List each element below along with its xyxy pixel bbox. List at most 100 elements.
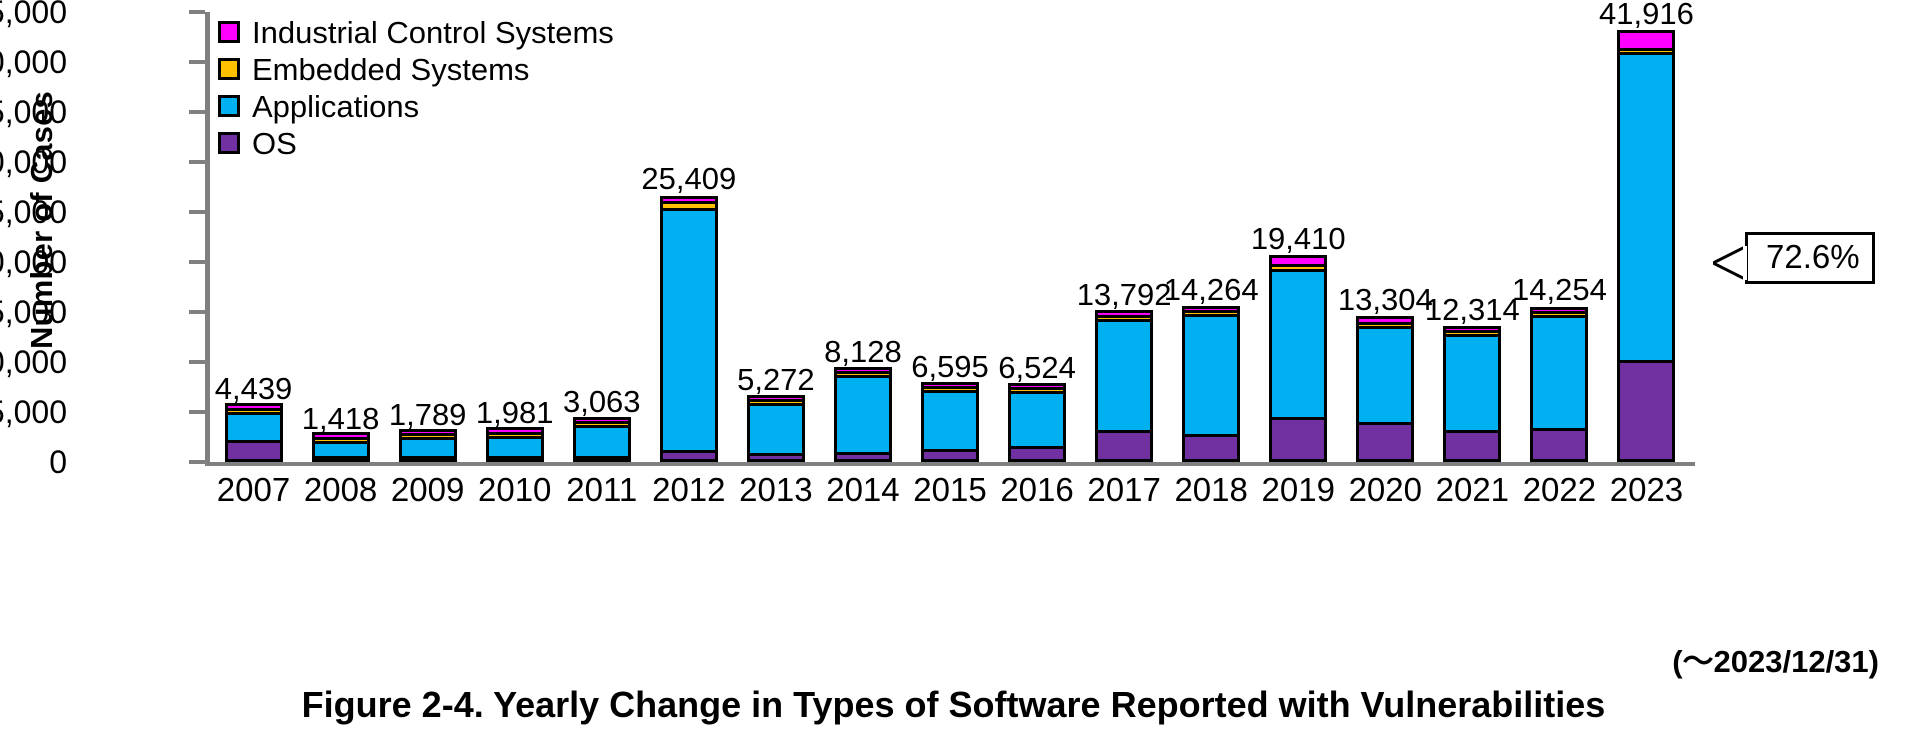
bar-segment-ics xyxy=(1617,30,1676,48)
bar-value-label: 1,981 xyxy=(475,395,554,431)
percentage-callout: 72.6% xyxy=(1713,232,1875,284)
legend-item-os[interactable]: OS xyxy=(218,125,614,161)
square-swatch-icon xyxy=(218,132,240,154)
bar-2016[interactable]: 6,524 xyxy=(998,352,1076,462)
bar-2014[interactable]: 8,128 xyxy=(824,336,902,462)
bar-value-label: 1,789 xyxy=(388,397,467,433)
bar-2007[interactable]: 4,439 xyxy=(215,373,292,462)
y-axis-tick-label: 35,000 xyxy=(0,94,67,130)
bar-segment-os xyxy=(398,456,457,462)
bar-segment-app xyxy=(398,437,457,456)
y-axis-tick-mark xyxy=(189,60,205,64)
bar-segment-app xyxy=(224,411,283,440)
bar-segment-app xyxy=(311,440,370,456)
bar-value-label: 19,410 xyxy=(1250,220,1346,256)
bar-segment-app xyxy=(833,375,892,452)
bar-segment-os xyxy=(1008,445,1067,462)
bar-segment-app xyxy=(1617,52,1676,360)
callout-label: 72.6% xyxy=(1745,232,1875,284)
y-axis-tick-label: 40,000 xyxy=(0,44,67,80)
bar-2019[interactable]: 19,410 xyxy=(1251,223,1346,462)
bar-value-label: 12,314 xyxy=(1424,291,1520,327)
y-axis-tick-label: 45,000 xyxy=(0,0,67,30)
bar-2022[interactable]: 14,254 xyxy=(1512,274,1607,462)
bar-2009[interactable]: 1,789 xyxy=(389,399,466,462)
chart-legend: Industrial Control Systems Embedded Syste… xyxy=(218,14,614,162)
y-axis-tick-label: 0 xyxy=(49,444,67,480)
bar-segment-os xyxy=(1443,429,1502,462)
bar-2021[interactable]: 12,314 xyxy=(1425,294,1520,462)
y-axis-tick-mark xyxy=(189,110,205,114)
bar-segment-app xyxy=(1530,315,1589,428)
bar-2013[interactable]: 5,272 xyxy=(737,364,815,462)
bar-segment-os xyxy=(1182,433,1241,462)
legend-item-label: Industrial Control Systems xyxy=(252,14,614,50)
y-axis-tick-mark xyxy=(189,360,205,364)
bar-segment-os xyxy=(1530,428,1589,462)
legend-item-label: Applications xyxy=(252,88,420,124)
y-axis-tick-labels: 45,000 40,000 35,000 30,000 25,000 20,000 15,0… xyxy=(0,0,205,478)
bar-segment-app xyxy=(1095,318,1154,430)
bar-segment-os xyxy=(224,440,283,462)
bar-value-label: 25,409 xyxy=(641,160,737,196)
bar-2010[interactable]: 1,981 xyxy=(476,397,553,462)
callout-pointer-icon xyxy=(1713,246,1747,280)
bar-segment-app xyxy=(1182,314,1241,434)
bar-segment-os xyxy=(746,452,805,462)
bar-2008[interactable]: 1,418 xyxy=(302,403,379,462)
bar-segment-os xyxy=(1617,360,1676,462)
bar-value-label: 3,063 xyxy=(562,384,641,420)
bar-segment-app xyxy=(746,403,805,453)
bar-value-label: 8,128 xyxy=(824,333,902,369)
bar-segment-os xyxy=(1269,416,1328,462)
legend-item-label: Embedded Systems xyxy=(252,51,530,87)
bar-segment-app xyxy=(485,435,544,456)
figure-2-4-chart: Number of Cases 45,00040,00035,00030,000… xyxy=(0,0,1907,737)
square-swatch-icon xyxy=(218,95,240,117)
y-axis-tick-label: 15,000 xyxy=(0,294,67,330)
bar-value-label: 14,254 xyxy=(1511,272,1607,308)
bar-value-label: 13,304 xyxy=(1337,281,1433,317)
bar-segment-app xyxy=(1356,325,1415,422)
legend-item-app[interactable]: Applications xyxy=(218,88,614,124)
y-axis-tick-label: 10,000 xyxy=(0,344,67,380)
bar-value-label: 4,439 xyxy=(214,370,293,406)
square-swatch-icon xyxy=(218,58,240,80)
bar-2018[interactable]: 14,264 xyxy=(1164,274,1259,462)
y-axis-tick-mark xyxy=(189,410,205,414)
legend-item-label: OS xyxy=(252,125,297,161)
x-axis-tick-label-2023: 2023 xyxy=(1609,471,1684,508)
bar-value-label: 5,272 xyxy=(737,362,815,398)
y-axis-tick-mark xyxy=(189,310,205,314)
bar-segment-emb xyxy=(659,200,718,208)
legend-item-emb[interactable]: Embedded Systems xyxy=(218,51,614,87)
bar-segment-os xyxy=(833,452,892,462)
bar-segment-os xyxy=(659,450,718,462)
y-axis-tick-mark xyxy=(189,460,205,464)
bar-2012[interactable]: 25,409 xyxy=(641,163,736,462)
bar-segment-os xyxy=(311,456,370,462)
y-axis-tick-mark xyxy=(189,160,205,164)
bar-2020[interactable]: 13,304 xyxy=(1338,284,1433,462)
bar-segment-os xyxy=(1356,421,1415,462)
bar-segment-ics xyxy=(1269,255,1328,265)
figure-caption: Figure 2-4. Yearly Change in Types of So… xyxy=(301,684,1606,725)
bar-segment-app xyxy=(921,390,979,449)
y-axis-tick-label: 25,000 xyxy=(0,194,67,230)
bar-2011[interactable]: 3,063 xyxy=(563,386,641,462)
bar-segment-os xyxy=(921,449,979,462)
bar-value-label: 6,524 xyxy=(998,349,1076,385)
bar-segment-app xyxy=(1443,334,1502,430)
bar-value-label: 1,418 xyxy=(301,400,380,436)
x-axis-line xyxy=(205,462,1695,466)
legend-item-ics[interactable]: Industrial Control Systems xyxy=(218,14,614,50)
bar-2015[interactable]: 6,595 xyxy=(911,351,989,462)
bar-2023[interactable]: 41,916 xyxy=(1599,0,1694,462)
y-axis-tick-mark xyxy=(189,260,205,264)
bar-segment-os xyxy=(485,456,544,462)
bar-segment-app xyxy=(1269,268,1328,417)
bar-segment-app xyxy=(572,425,631,456)
bar-segment-os xyxy=(572,456,631,462)
bar-2017[interactable]: 13,792 xyxy=(1077,279,1172,462)
bar-value-label: 6,595 xyxy=(911,349,989,385)
